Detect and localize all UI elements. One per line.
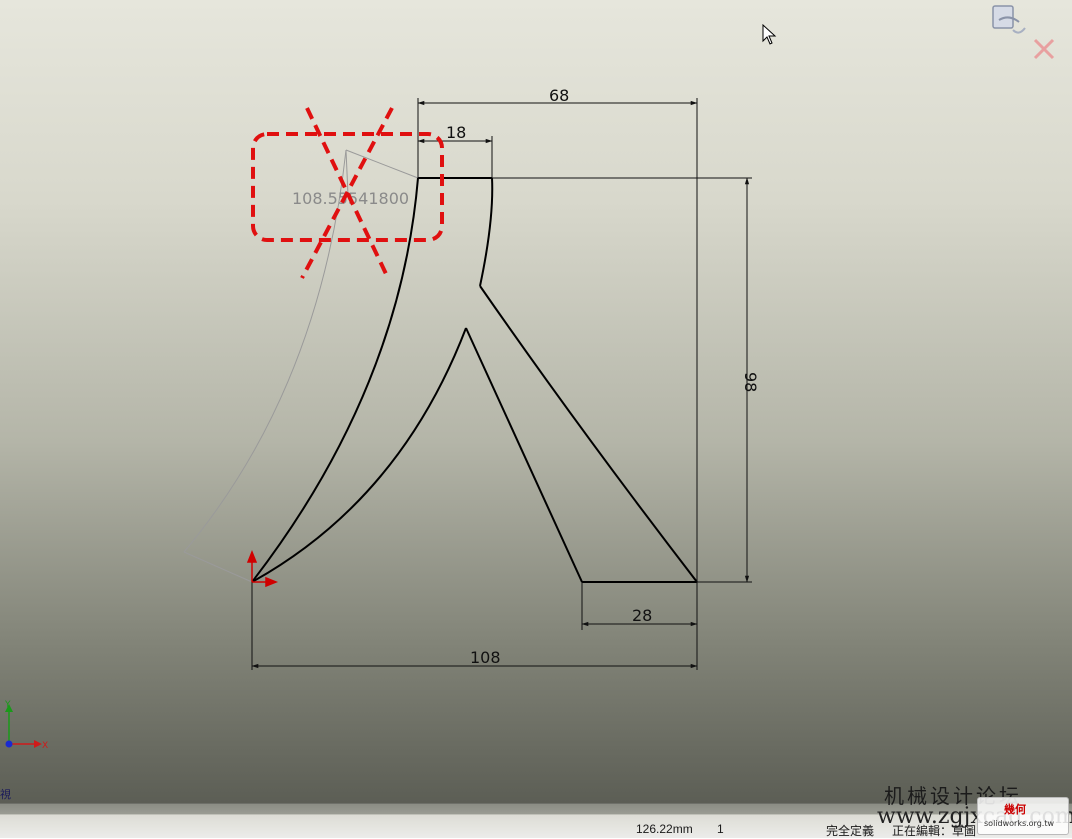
reference-triad: X Y xyxy=(0,700,60,764)
triad-x-label: X xyxy=(42,741,48,751)
badge-site: solidworks.org.tw xyxy=(984,819,1054,828)
dim-value-28[interactable]: 28 xyxy=(632,606,652,625)
outer-curve xyxy=(251,177,419,583)
construction-line xyxy=(345,149,419,179)
dim-value-18[interactable]: 18 xyxy=(446,123,466,142)
status-zero: 1 xyxy=(717,822,724,836)
inner-curve xyxy=(251,327,467,583)
exit-sketch-icon[interactable] xyxy=(992,5,1026,34)
construction-line xyxy=(183,551,253,583)
extension-lines xyxy=(251,98,752,670)
rejection-annotation xyxy=(251,107,444,279)
neck-curve xyxy=(479,177,494,287)
graphics-area[interactable]: 108.55541800 68 18 98 28 108 X Y 視 xyxy=(0,0,1072,803)
construction-arc xyxy=(183,149,347,553)
mouse-cursor-icon xyxy=(762,23,778,50)
sketch-canvas[interactable]: 108.55541800 68 18 98 28 108 xyxy=(0,0,1072,803)
dim-value-68[interactable]: 68 xyxy=(549,86,569,105)
inner-leg-line xyxy=(465,327,583,583)
confirmation-corner[interactable] xyxy=(985,0,1065,70)
dim-value-98[interactable]: 98 xyxy=(741,372,760,392)
status-length: 126.22mm xyxy=(636,822,693,836)
status-definition-state: 完全定義 xyxy=(826,824,875,838)
cancel-icon[interactable] xyxy=(1033,38,1055,60)
site-badge: 幾何 solidworks.org.tw xyxy=(977,797,1069,835)
triad-y-label: Y xyxy=(4,700,11,710)
view-label: 視 xyxy=(0,788,11,801)
right-curve xyxy=(479,285,698,583)
dim-value-108[interactable]: 108 xyxy=(470,648,501,667)
badge-title: 幾何 xyxy=(1004,803,1026,816)
